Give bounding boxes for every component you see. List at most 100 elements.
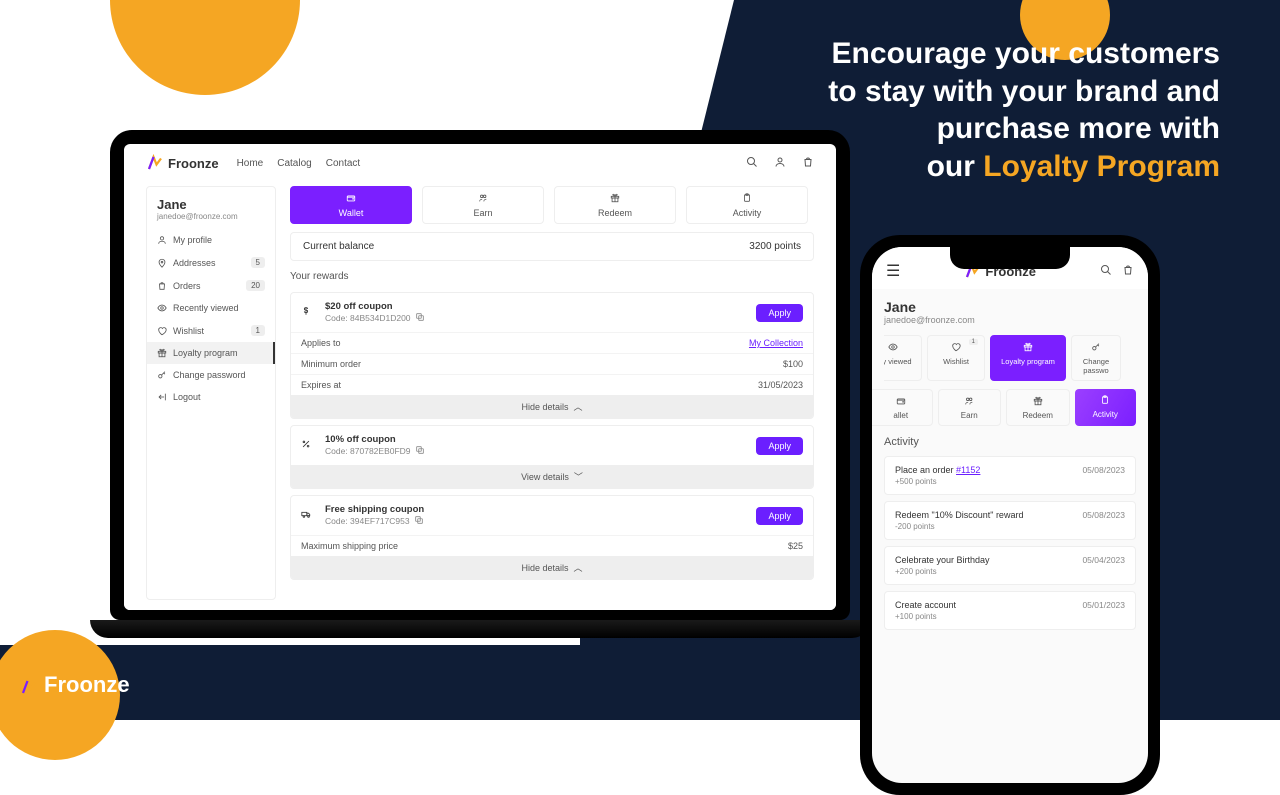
tab-label: Activity bbox=[1093, 410, 1118, 419]
earn-icon bbox=[964, 396, 974, 408]
pin-icon bbox=[157, 258, 167, 268]
reward-detail-row: Maximum shipping price$25 bbox=[291, 535, 813, 556]
wallet-icon bbox=[896, 396, 906, 408]
sidebar-item-recently-viewed[interactable]: Recently viewed bbox=[147, 297, 275, 319]
activity-points: +100 points bbox=[895, 612, 956, 621]
user-icon bbox=[157, 235, 167, 245]
reward-card: 10% off couponCode: 870782EB0FD9 ApplyVi… bbox=[290, 425, 814, 489]
copy-icon[interactable] bbox=[415, 445, 425, 457]
mobile-nav-change-passwo[interactable]: Change passwo bbox=[1071, 335, 1121, 381]
copy-icon[interactable] bbox=[414, 515, 424, 527]
nav-link[interactable]: Home bbox=[237, 158, 264, 169]
tab-label: Activity bbox=[733, 208, 762, 218]
tab-redeem[interactable]: Redeem bbox=[554, 186, 676, 224]
reward-code: Code: 84B534D1D200 bbox=[325, 312, 746, 324]
mobile-nav-wishlist[interactable]: 1Wishlist bbox=[927, 335, 985, 381]
reward-link[interactable]: My Collection bbox=[749, 338, 803, 348]
details-toggle[interactable]: View details ﹀ bbox=[291, 465, 813, 488]
sidebar-item-label: Wishlist bbox=[173, 326, 204, 336]
tab-wallet[interactable]: Wallet bbox=[290, 186, 412, 224]
mobile-nav-loyalty-program[interactable]: Loyalty program bbox=[990, 335, 1066, 381]
logo-icon bbox=[20, 676, 38, 694]
mobile-tab-allet[interactable]: allet bbox=[872, 389, 933, 426]
hamburger-icon[interactable]: ☰ bbox=[886, 261, 900, 281]
nav-link[interactable]: Contact bbox=[326, 158, 360, 169]
activity-date: 05/01/2023 bbox=[1082, 600, 1125, 610]
activity-row: Create account +100 points 05/01/2023 bbox=[884, 591, 1136, 630]
nav-label: Change passwo bbox=[1074, 357, 1118, 375]
mobile-tab-earn[interactable]: Earn bbox=[938, 389, 1002, 426]
reward-detail-row: Applies toMy Collection bbox=[291, 332, 813, 353]
desktop-logo: Froonze bbox=[146, 154, 219, 172]
sidebar-user-email: janedoe@froonze.com bbox=[147, 212, 275, 229]
wallet-icon bbox=[346, 193, 356, 206]
reward-detail-row: Minimum order$100 bbox=[291, 353, 813, 374]
nav-label: ntly viewed bbox=[884, 357, 912, 366]
details-toggle[interactable]: Hide details ︿ bbox=[291, 395, 813, 418]
sidebar-item-my-profile[interactable]: My profile bbox=[147, 229, 275, 251]
activity-title: Activity bbox=[884, 436, 1136, 448]
sidebar-item-wishlist[interactable]: Wishlist 1 bbox=[147, 319, 275, 342]
activity-row: Place an order #1152+500 points05/08/202… bbox=[884, 456, 1136, 495]
clip-icon bbox=[742, 193, 752, 206]
activity-title: Create account bbox=[895, 600, 956, 610]
gift-icon bbox=[610, 193, 620, 206]
sidebar-item-loyalty-program[interactable]: Loyalty program bbox=[147, 342, 275, 364]
cart-icon[interactable] bbox=[1122, 264, 1134, 279]
logo-icon bbox=[146, 154, 164, 172]
nav-label: Loyalty program bbox=[1001, 357, 1055, 366]
mobile-user-name: Jane bbox=[884, 299, 1136, 315]
bag-icon bbox=[157, 281, 167, 291]
apply-button[interactable]: Apply bbox=[756, 304, 803, 322]
sidebar-item-label: Logout bbox=[173, 392, 201, 402]
details-toggle[interactable]: Hide details ︿ bbox=[291, 556, 813, 579]
desktop-header: Froonze Home Catalog Contact bbox=[124, 144, 836, 182]
mobile-tab-activity[interactable]: Activity bbox=[1075, 389, 1137, 426]
sidebar-item-orders[interactable]: Orders20 bbox=[147, 274, 275, 297]
tab-label: Earn bbox=[473, 208, 492, 218]
mobile-tab-redeem[interactable]: Redeem bbox=[1006, 389, 1070, 426]
reward-card: Free shipping couponCode: 394EF717C953 A… bbox=[290, 495, 814, 580]
copy-icon[interactable] bbox=[415, 312, 425, 324]
tab-label: allet bbox=[893, 411, 908, 420]
tab-earn[interactable]: Earn bbox=[422, 186, 544, 224]
tab-activity[interactable]: Activity bbox=[686, 186, 808, 224]
sidebar-item-addresses[interactable]: Addresses 5 bbox=[147, 251, 275, 274]
eye-icon bbox=[888, 342, 898, 354]
balance-row: Current balance 3200 points bbox=[290, 232, 814, 261]
activity-title: Celebrate your Birthday bbox=[895, 555, 990, 565]
sidebar-item-logout[interactable]: Logout bbox=[147, 386, 275, 408]
cart-icon[interactable] bbox=[802, 156, 814, 171]
tab-label: Redeem bbox=[1023, 411, 1053, 420]
heart-icon bbox=[157, 326, 167, 336]
percent-icon bbox=[301, 439, 315, 453]
sidebar-item-label: Addresses bbox=[173, 258, 216, 268]
earn-icon bbox=[478, 193, 488, 206]
reward-card: $20 off couponCode: 84B534D1D200 ApplyAp… bbox=[290, 292, 814, 419]
gift-icon bbox=[1023, 342, 1033, 354]
search-icon[interactable] bbox=[746, 156, 758, 171]
activity-points: -200 points bbox=[895, 522, 1023, 531]
activity-title: Redeem "10% Discount" reward bbox=[895, 510, 1023, 520]
sidebar-badge: 1 bbox=[251, 325, 265, 336]
sidebar-item-label: Change password bbox=[173, 370, 246, 380]
reward-code: Code: 870782EB0FD9 bbox=[325, 445, 746, 457]
nav-link[interactable]: Catalog bbox=[277, 158, 311, 169]
eye-icon bbox=[157, 303, 167, 313]
mobile-nav-ntly-viewed[interactable]: ntly viewed bbox=[884, 335, 922, 381]
sidebar-item-label: Orders bbox=[173, 281, 201, 291]
activity-date: 05/04/2023 bbox=[1082, 555, 1125, 565]
sidebar-badge: 5 bbox=[251, 257, 265, 268]
laptop-device: Froonze Home Catalog Contact bbox=[110, 130, 850, 650]
user-icon[interactable] bbox=[774, 156, 786, 171]
balance-label: Current balance bbox=[303, 241, 374, 252]
footer-logo: Froonze bbox=[20, 672, 130, 698]
order-link[interactable]: #1152 bbox=[956, 465, 980, 475]
sidebar-item-change-password[interactable]: Change password bbox=[147, 364, 275, 386]
apply-button[interactable]: Apply bbox=[756, 437, 803, 455]
rewards-title: Your rewards bbox=[290, 271, 814, 282]
apply-button[interactable]: Apply bbox=[756, 507, 803, 525]
dollar-icon bbox=[301, 306, 315, 320]
search-icon[interactable] bbox=[1100, 264, 1112, 279]
activity-points: +500 points bbox=[895, 477, 980, 486]
